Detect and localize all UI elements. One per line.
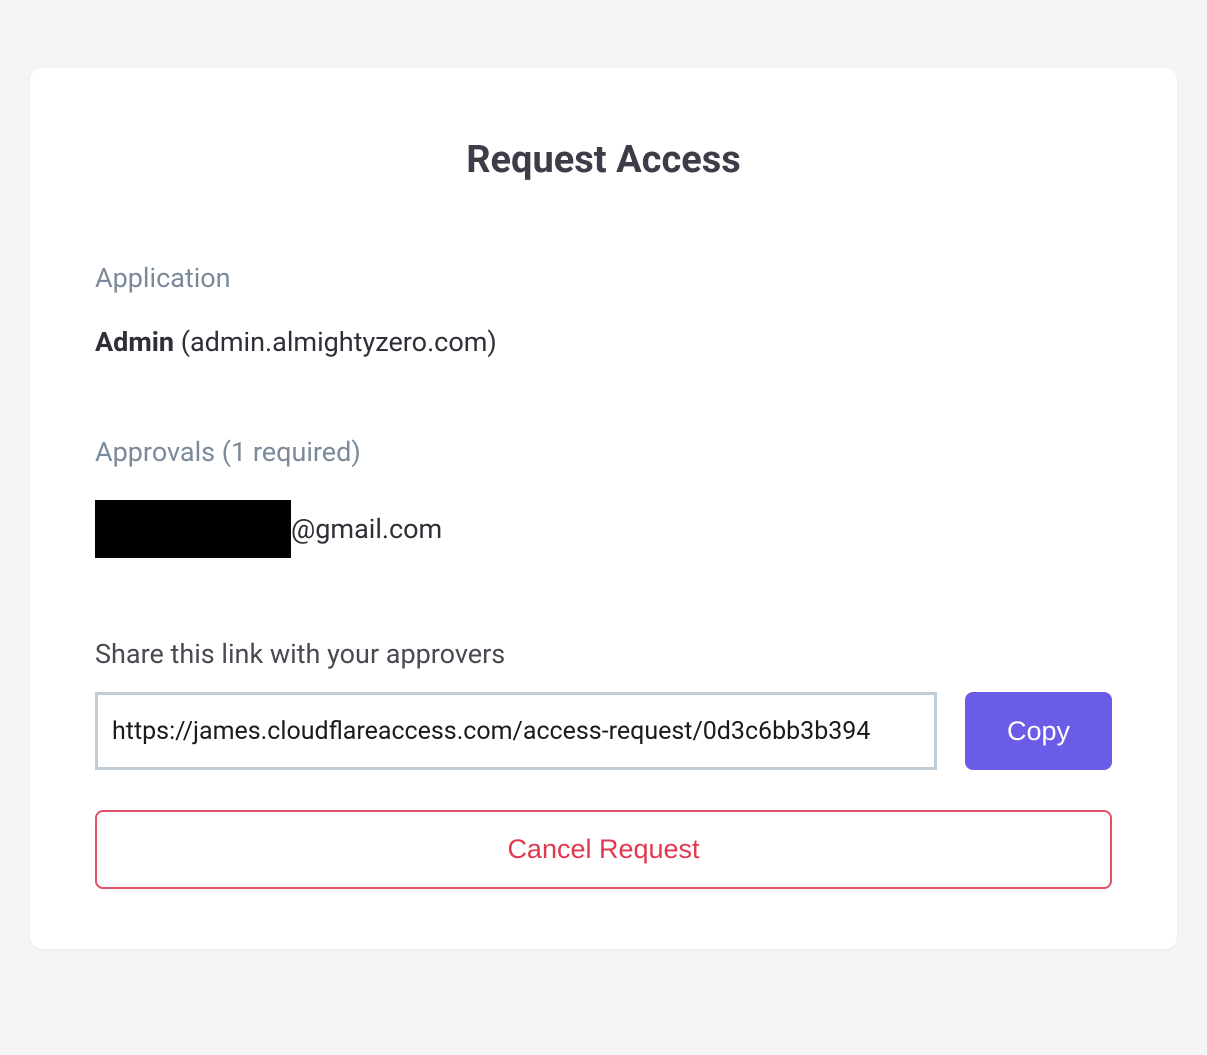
approver-email-suffix: @gmail.com: [291, 513, 442, 545]
approver-row: @gmail.com: [95, 500, 1112, 558]
application-domain: (admin.almightyzero.com): [181, 326, 497, 358]
application-value: Admin (admin.almightyzero.com): [95, 326, 1112, 358]
share-row: Copy: [95, 692, 1112, 770]
redacted-block: [95, 500, 291, 558]
cancel-request-button[interactable]: Cancel Request: [95, 810, 1112, 889]
copy-button[interactable]: Copy: [965, 692, 1112, 770]
approvals-label: Approvals (1 required): [95, 436, 1112, 468]
application-name: Admin: [95, 326, 174, 358]
share-link-input[interactable]: [95, 692, 937, 770]
page-title: Request Access: [95, 138, 1112, 182]
share-label: Share this link with your approvers: [95, 638, 1112, 670]
request-access-card: Request Access Application Admin (admin.…: [30, 68, 1177, 949]
application-label: Application: [95, 262, 1112, 294]
